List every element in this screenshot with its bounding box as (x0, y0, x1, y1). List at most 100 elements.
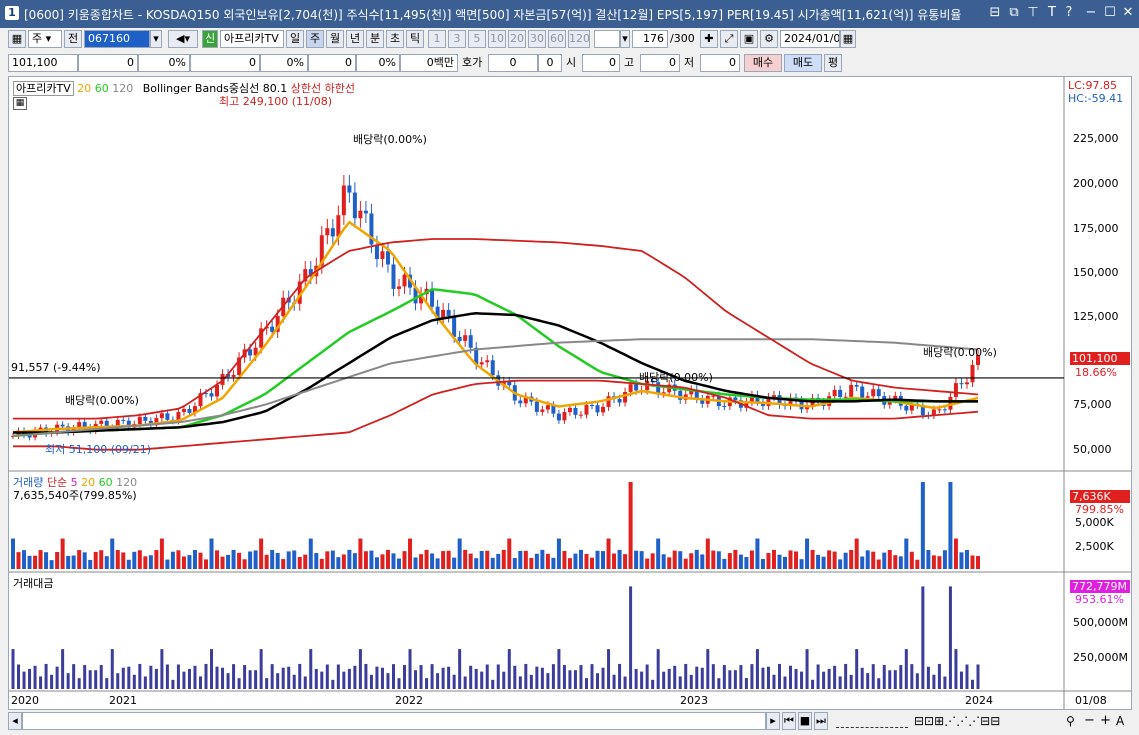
interval-10[interactable]: 10 (488, 30, 506, 48)
volume-bar (838, 559, 843, 569)
interval-20[interactable]: 20 (508, 30, 526, 48)
volume-bar (77, 550, 82, 569)
scroll-track[interactable] (22, 712, 766, 730)
volume-bar (518, 550, 523, 569)
zoom-slider[interactable] (836, 715, 908, 728)
volume-bar (181, 556, 186, 569)
volume-bar (573, 553, 578, 569)
amount-bar (811, 679, 815, 689)
volume-bar (507, 538, 512, 569)
amount-bar (121, 667, 125, 689)
amount-bar (347, 668, 351, 689)
low-label: 저 (684, 56, 695, 69)
interval-dropdown-icon[interactable]: ▾ (620, 30, 630, 48)
interval-120[interactable]: 120 (568, 30, 590, 48)
period-tick[interactable]: 틱 (406, 30, 424, 48)
zoom-out-icon[interactable]: − (1084, 712, 1095, 730)
sell-button[interactable]: 매도 (784, 54, 822, 72)
calendar-icon[interactable]: ▦ (840, 30, 856, 48)
interval-30[interactable]: 30 (528, 30, 546, 48)
interval-5[interactable]: 5 (468, 30, 486, 48)
crosshair-icon[interactable]: ✚ (700, 30, 718, 48)
period-second[interactable]: 초 (386, 30, 404, 48)
amount-bar (507, 649, 511, 689)
zoom-search-icon[interactable]: ⚲ (1066, 712, 1075, 730)
code-dropdown-icon[interactable]: ▾ (150, 30, 162, 48)
close-icon[interactable]: ✕ (1119, 4, 1137, 22)
layout-icon[interactable]: ⊟ (986, 4, 1004, 22)
dividend-label-1: 배당락(0.00%) (353, 133, 427, 146)
date-input[interactable]: 2024/01/08 (780, 30, 840, 48)
candle-body (959, 383, 964, 385)
chart-area[interactable]: 아프리카TV 20 60 120 Bollinger Bands중심선 80.1… (8, 76, 1132, 710)
stock-code-input[interactable]: 067160 (84, 30, 150, 48)
amount-bar (860, 667, 864, 689)
period-week[interactable]: 주 (306, 30, 324, 48)
view-tools-icon[interactable]: ⊟⊡⊞⋰⋰⋰⊟⊟ (914, 712, 1000, 730)
rewind-icon[interactable]: ⏮ (782, 712, 796, 730)
amount-bar (789, 665, 793, 689)
amount-bar (380, 667, 384, 689)
prev-button[interactable]: 전 (64, 30, 82, 48)
volume-bar (810, 549, 815, 569)
save-icon[interactable]: ▣ (740, 30, 758, 48)
stock-legend-name: 아프리카TV (13, 81, 74, 96)
interval-custom-input[interactable] (594, 30, 620, 48)
maximize-icon[interactable]: ☐ (1101, 4, 1119, 22)
zoom-in-icon[interactable]: + (1100, 712, 1111, 730)
volume-bar (744, 557, 749, 569)
minimize-icon[interactable]: − (1082, 4, 1100, 22)
interval-3[interactable]: 3 (448, 30, 466, 48)
volume-bar (402, 551, 407, 569)
stop-icon[interactable]: ■ (798, 712, 812, 730)
volume-bar (408, 538, 413, 569)
period-day[interactable]: 일 (286, 30, 304, 48)
high-label: 고 (624, 56, 635, 69)
scroll-right-icon[interactable]: ▸ (766, 712, 780, 730)
volume-bar (463, 549, 468, 569)
amount-bar (926, 666, 930, 689)
eval-button[interactable]: 평 (824, 54, 842, 72)
amount-bar (596, 673, 600, 689)
candle-body (722, 406, 727, 408)
buy-button[interactable]: 매수 (744, 54, 782, 72)
chart-scrollbar[interactable]: ◂ ▸ ⏮ ■ ⏭ ⊟⊡⊞⋰⋰⋰⊟⊟ ⚲ − + A (8, 711, 1132, 731)
amount-bar (915, 673, 919, 689)
volume-bar (529, 557, 534, 569)
period-year[interactable]: 년 (346, 30, 364, 48)
scroll-left-icon[interactable]: ◂ (8, 712, 22, 730)
candle-body (165, 413, 170, 420)
amount-bar (165, 664, 169, 689)
volume-bar (314, 553, 319, 569)
interval-60[interactable]: 60 (548, 30, 566, 48)
amount-bar (568, 670, 572, 689)
volume-bar (148, 555, 153, 569)
amount-bar (976, 664, 980, 689)
amount-bar (629, 586, 633, 689)
volume-bar (727, 553, 732, 569)
candle-body (562, 412, 567, 421)
volume-bar (733, 549, 738, 569)
count-input[interactable]: 176 (632, 30, 668, 48)
table-icon[interactable]: ▦ (13, 97, 27, 110)
pin-icon[interactable]: ⊤ (1024, 4, 1042, 22)
interval-1[interactable]: 1 (428, 30, 446, 48)
font-icon[interactable]: T (1043, 4, 1061, 22)
volume-bar (88, 559, 93, 569)
text-size-icon[interactable]: A (1116, 712, 1124, 730)
draw-tool-icon[interactable]: ⤢ (720, 30, 738, 48)
volume-bar (860, 556, 865, 569)
period-minute[interactable]: 분 (366, 30, 384, 48)
price-chart-svg[interactable] (9, 77, 1131, 709)
volume-bar (385, 549, 390, 569)
fast-forward-icon[interactable]: ⏭ (814, 712, 828, 730)
settings-icon[interactable]: ⚙ (760, 30, 778, 48)
sound-icon[interactable]: ◀▾ (168, 30, 198, 48)
grid-menu-icon[interactable]: ▦ (8, 30, 26, 48)
type-select[interactable]: 주 ▾ (28, 30, 62, 48)
copy-icon[interactable]: ⧉ (1005, 4, 1023, 22)
help-icon[interactable]: ? (1060, 4, 1078, 22)
y-tick-125000: 125,000 (1073, 310, 1119, 323)
volume-bar (99, 550, 104, 569)
period-month[interactable]: 월 (326, 30, 344, 48)
